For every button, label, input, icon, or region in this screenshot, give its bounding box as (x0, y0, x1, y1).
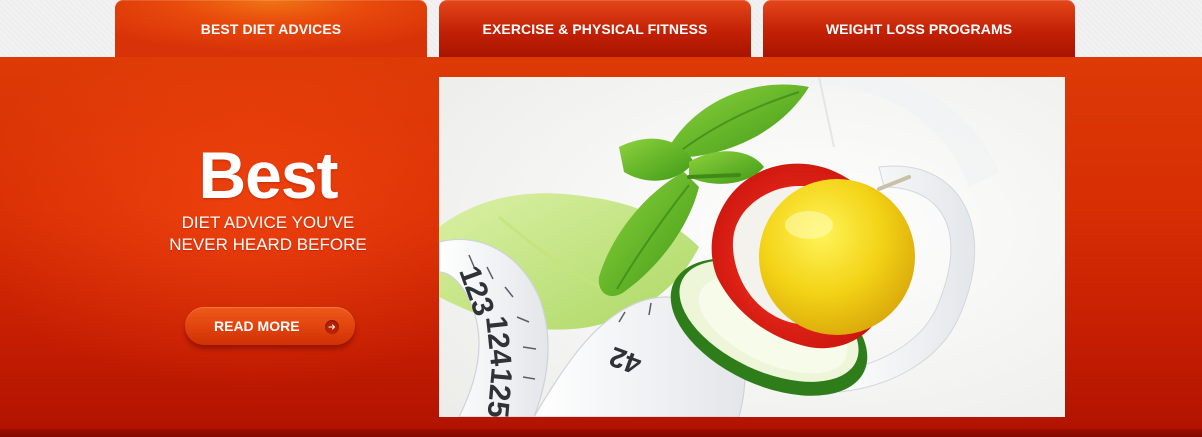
hero-subheadline: DIET ADVICE YOU'VE NEVER HEARD BEFORE (120, 212, 416, 256)
tape-number-125: 125 (481, 366, 518, 417)
read-more-button[interactable]: READ MORE (185, 307, 355, 345)
tab-label: BEST DIET ADVICES (200, 21, 342, 37)
tab-label: EXERCISE & PHYSICAL FITNESS (482, 20, 708, 37)
hero-banner: Best DIET ADVICE YOU'VE NEVER HEARD BEFO… (0, 57, 1202, 437)
hero-subheadline-line-2: NEVER HEARD BEFORE (169, 235, 367, 254)
tab-weight-loss-programs[interactable]: WEIGHT LOSS PROGRAMS (763, 0, 1075, 57)
tab-best-diet-advices[interactable]: BEST DIET ADVICES (115, 0, 427, 58)
tape-number-124: 124 (479, 314, 517, 368)
tab-label: WEIGHT LOSS PROGRAMS (825, 20, 1013, 37)
diet-salad-measuring-tape-illustration: 123 124 125 42 (439, 77, 1065, 417)
banner-bottom-edge (0, 429, 1202, 437)
arrow-right-icon (325, 320, 339, 334)
hero-headline: Best (198, 138, 338, 212)
category-tabs: BEST DIET ADVICES EXERCISE & PHYSICAL FI… (0, 0, 1202, 58)
hero-image: 123 124 125 42 (439, 77, 1065, 417)
tab-exercise-physical-fitness[interactable]: EXERCISE & PHYSICAL FITNESS (439, 0, 751, 57)
read-more-label: READ MORE (214, 318, 300, 334)
hero-subheadline-line-1: DIET ADVICE YOU'VE (181, 213, 355, 232)
